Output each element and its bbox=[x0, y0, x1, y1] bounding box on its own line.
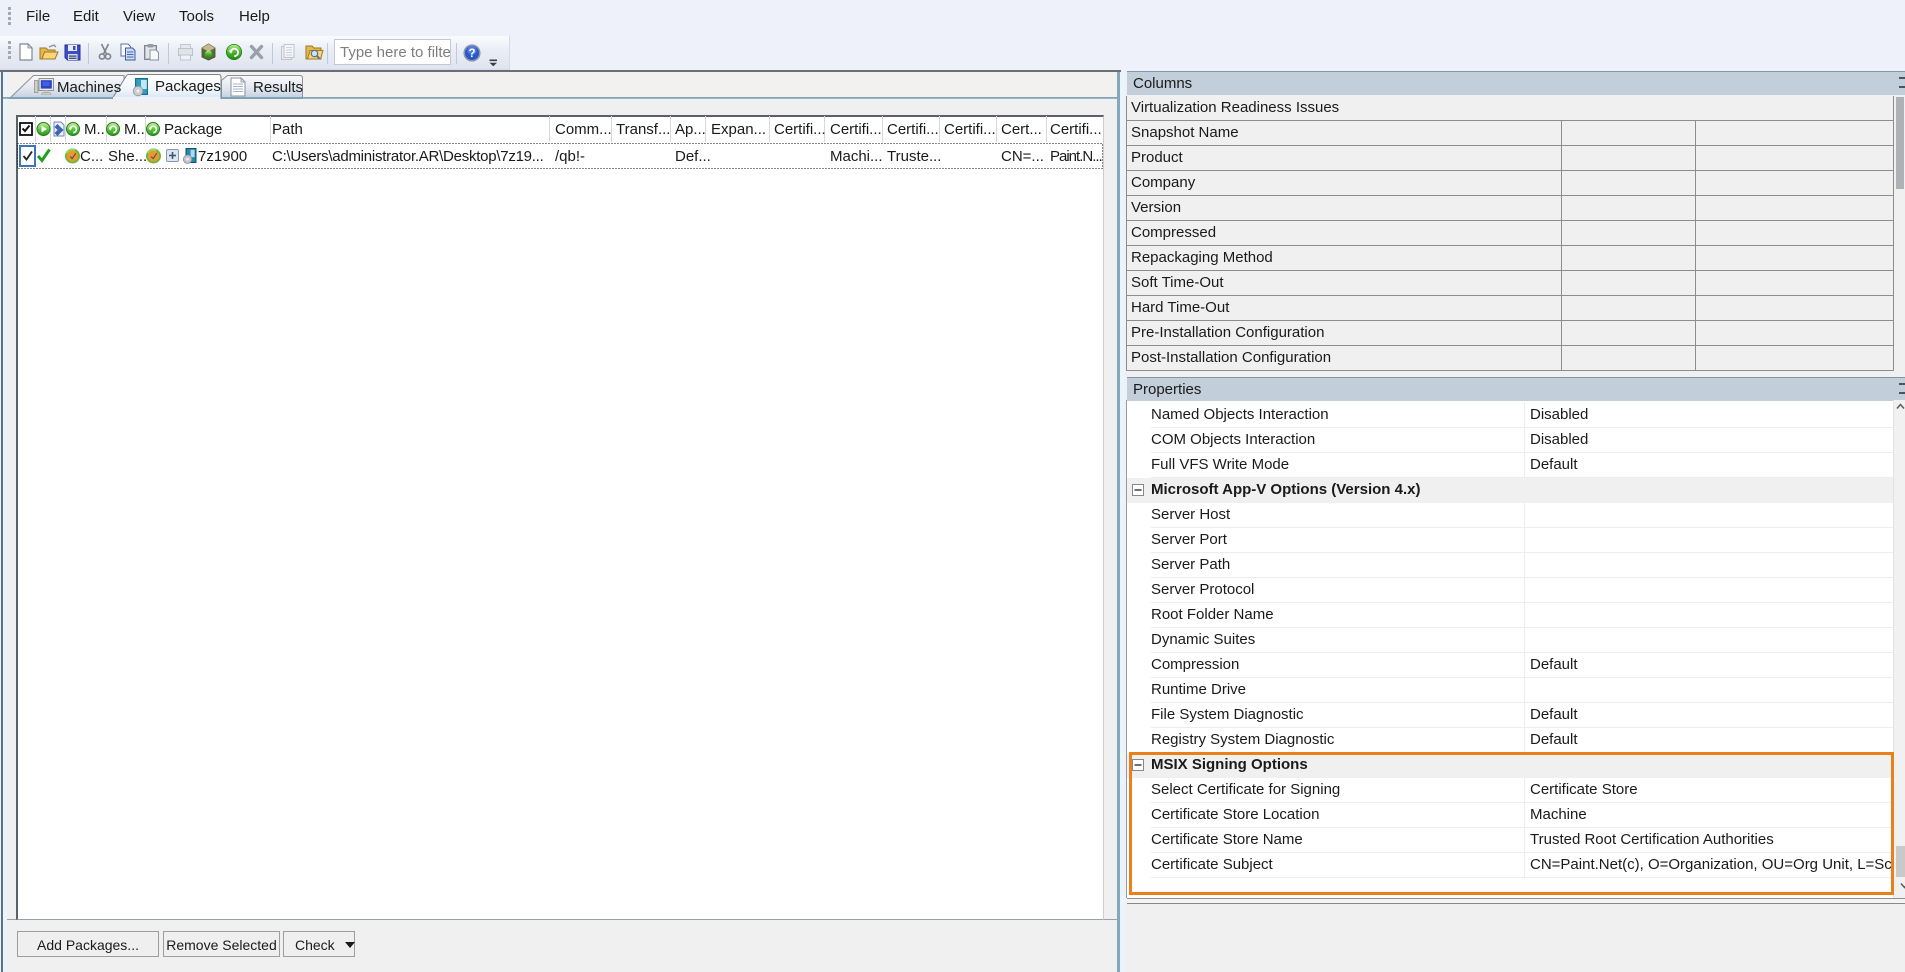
svg-text:?: ? bbox=[468, 48, 475, 60]
